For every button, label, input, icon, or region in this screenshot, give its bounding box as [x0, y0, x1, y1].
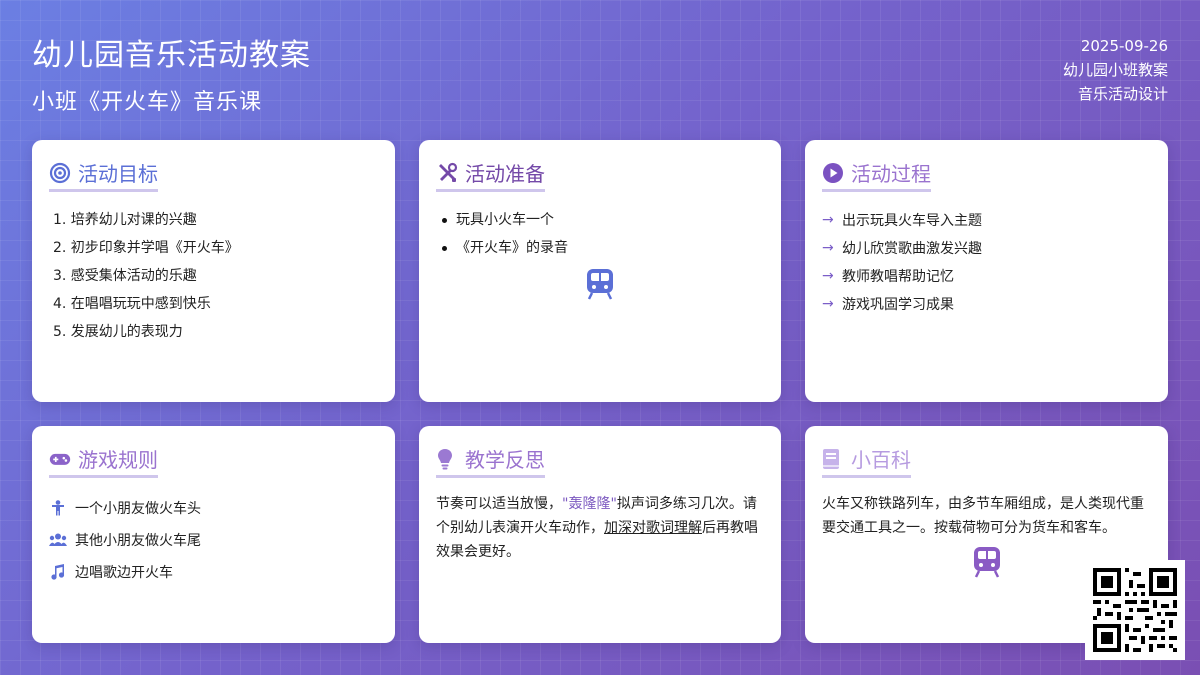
card-process: 活动过程 → 出示玩具火车导入主题 → 幼儿欣赏歌曲激发兴趣 → 教师教唱帮助记忆 →… [805, 140, 1168, 402]
goals-list: 1. 培养幼儿对课的兴趣 2. 初步印象并学唱《开火车》 3. 感受集体活动的乐… [49, 206, 378, 346]
card-rules-header: 游戏规则 [49, 444, 158, 478]
reflection-part: 节奏可以适当放慢， [436, 496, 562, 512]
card-reflection-header: 教学反思 [436, 444, 545, 478]
page-subtitle: 小班《开火车》音乐课 [32, 90, 263, 115]
tools-icon [436, 162, 458, 184]
process-step: 出示玩具火车导入主题 [842, 213, 982, 229]
list-item: → 幼儿欣赏歌曲激发兴趣 [822, 234, 1151, 262]
list-item: 4. 在唱唱玩玩中感到快乐 [53, 296, 211, 312]
page-title: 幼儿园音乐活动教案 [32, 38, 311, 73]
card-process-title: 活动过程 [851, 162, 931, 186]
meta-line3: 音乐活动设计 [1077, 85, 1168, 103]
card-encyclopedia-header: 小百科 [822, 444, 911, 478]
rule-text: 其他小朋友做火车尾 [75, 533, 201, 549]
list-item: → 出示玩具火车导入主题 [822, 206, 1151, 234]
rules-list: 一个小朋友做火车头 其他小朋友做火车尾 边唱歌边开火车 [49, 492, 378, 588]
arrow-right-icon: → [822, 240, 834, 256]
gamepad-icon [49, 448, 71, 470]
list-item: 边唱歌边开火车 [49, 556, 378, 588]
list-item: 2. 初步印象并学唱《开火车》 [53, 240, 239, 256]
list-item: → 游戏巩固学习成果 [822, 290, 1151, 318]
rule-text: 边唱歌边开火车 [75, 565, 173, 581]
arrow-right-icon: → [822, 296, 834, 312]
encyclopedia-text: 火车又称铁路列车，由多节车厢组成，是人类现代重要交通工具之一。按载荷物可分为货车… [822, 496, 1144, 536]
play-circle-icon [822, 162, 844, 184]
process-list: → 出示玩具火车导入主题 → 幼儿欣赏歌曲激发兴趣 → 教师教唱帮助记忆 → 游戏巩固学… [822, 206, 1151, 318]
card-rules: 游戏规则 一个小朋友做火车头 其他小朋友做火车尾 边唱歌边开火车 [32, 426, 395, 643]
music-note-icon [49, 563, 67, 581]
card-prep-title: 活动准备 [465, 162, 545, 186]
list-item: → 教师教唱帮助记忆 [822, 262, 1151, 290]
lightbulb-icon [436, 448, 458, 470]
meta-info: 2025-09-26 幼儿园小班教案 音乐活动设计 [1063, 34, 1168, 106]
book-icon [822, 448, 844, 470]
list-item: 玩具小火车一个 [436, 206, 764, 234]
reflection-text: 节奏可以适当放慢，"轰隆隆"拟声词多练习几次。请个别幼儿表演开火车动作，加深对歌… [436, 492, 764, 564]
list-item: 其他小朋友做火车尾 [49, 524, 378, 556]
card-goals: 活动目标 1. 培养幼儿对课的兴趣 2. 初步印象并学唱《开火车》 3. 感受集… [32, 140, 395, 402]
card-reflection-title: 教学反思 [465, 448, 545, 472]
page-header: 幼儿园音乐活动教案 小班《开火车》音乐课 [32, 30, 311, 116]
process-step: 幼儿欣赏歌曲激发兴趣 [842, 241, 982, 257]
meta-line2: 幼儿园小班教案 [1062, 61, 1168, 79]
card-rules-title: 游戏规则 [78, 448, 158, 472]
card-goals-header: 活动目标 [49, 158, 158, 192]
card-process-header: 活动过程 [822, 158, 931, 192]
arrow-right-icon: → [822, 212, 834, 228]
reflection-underline: 加深对歌词理解 [604, 520, 702, 536]
rule-text: 一个小朋友做火车头 [75, 501, 201, 517]
process-step: 游戏巩固学习成果 [842, 297, 954, 313]
arrow-right-icon: → [822, 268, 834, 284]
reflection-highlight: "轰隆隆" [562, 496, 617, 512]
list-item: 《开火车》的录音 [436, 234, 764, 262]
list-item: 5. 发展幼儿的表现力 [53, 324, 183, 340]
users-icon [49, 531, 67, 549]
card-prep-header: 活动准备 [436, 158, 545, 192]
list-item: 1. 培养幼儿对课的兴趣 [53, 212, 197, 228]
child-icon [49, 499, 67, 517]
process-step: 教师教唱帮助记忆 [842, 269, 954, 285]
card-encyclopedia-title: 小百科 [851, 448, 911, 472]
list-item: 3. 感受集体活动的乐趣 [53, 268, 197, 284]
train-icon [436, 268, 764, 300]
card-prep: 活动准备 玩具小火车一个 《开火车》的录音 [419, 140, 781, 402]
meta-date: 2025-09-26 [1080, 37, 1168, 55]
prep-list: 玩具小火车一个 《开火车》的录音 [436, 206, 764, 262]
list-item: 一个小朋友做火车头 [49, 492, 378, 524]
card-goals-title: 活动目标 [78, 162, 158, 186]
target-icon [49, 162, 71, 184]
qr-code[interactable] [1085, 560, 1185, 660]
card-reflection: 教学反思 节奏可以适当放慢，"轰隆隆"拟声词多练习几次。请个别幼儿表演开火车动作… [419, 426, 781, 643]
